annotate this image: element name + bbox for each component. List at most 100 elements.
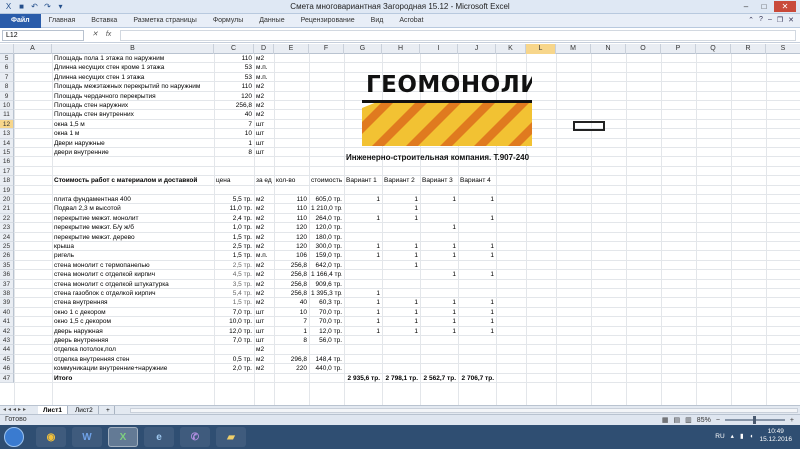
column-header-h[interactable]: H [382, 44, 420, 54]
variant-3-value[interactable] [422, 289, 456, 298]
variant-1-value[interactable] [346, 345, 380, 354]
param-label[interactable]: Площадь стен внутренних [54, 110, 212, 119]
row-header[interactable]: 40 [0, 307, 14, 318]
column-header-m[interactable]: M [556, 44, 591, 54]
variant-3-value[interactable]: 1 [422, 195, 456, 204]
item-price[interactable] [216, 186, 252, 195]
param-label[interactable]: Площадь чердачного перекрытия [54, 92, 212, 101]
param-label[interactable]: двери внутренние [54, 148, 212, 157]
variant-3-value[interactable] [422, 186, 456, 195]
column-header-c[interactable]: C [214, 44, 254, 54]
param-value[interactable] [216, 157, 252, 166]
row-header[interactable]: 23 [0, 223, 14, 233]
tab-review[interactable]: Рецензирование [293, 14, 363, 28]
param-label[interactable]: Площадь пола 1 этажа по наружним [54, 54, 212, 63]
column-header-o[interactable]: O [626, 44, 661, 54]
tab-formulas[interactable]: Формулы [205, 14, 251, 28]
item-unit[interactable]: м2 [256, 280, 272, 289]
variant-3-value[interactable]: 2 562,7 тр. [422, 374, 456, 383]
row-header[interactable]: 45 [0, 354, 14, 365]
tab-insert[interactable]: Вставка [83, 14, 125, 28]
item-qty[interactable]: 106 [276, 251, 307, 260]
item-cost[interactable]: 120,0 тр. [311, 223, 342, 232]
item-name[interactable]: окно 1 с декором [54, 308, 212, 317]
column-header-k[interactable]: K [496, 44, 526, 54]
variant-2-value[interactable] [384, 270, 418, 279]
item-unit[interactable]: м2 [256, 261, 272, 270]
row-header[interactable]: 8 [0, 82, 14, 92]
variant-4-value[interactable] [460, 280, 494, 289]
row-header[interactable]: 37 [0, 279, 14, 289]
row-header[interactable]: 18 [0, 176, 14, 186]
item-cost[interactable]: 642,0 тр. [311, 261, 342, 270]
param-value[interactable]: 8 [216, 148, 252, 157]
item-cost[interactable]: 264,0 тр. [311, 214, 342, 223]
item-name[interactable]: перекрытие межэт. дерево [54, 233, 212, 242]
variant-3-value[interactable] [422, 204, 456, 213]
item-price[interactable]: 2,5 тр. [216, 242, 252, 251]
item-cost[interactable]: 60,3 тр. [311, 298, 342, 307]
row-header[interactable]: 35 [0, 260, 14, 271]
variant-2-value[interactable]: 1 [384, 317, 418, 326]
param-label[interactable] [54, 157, 212, 166]
item-unit[interactable]: шт [256, 327, 272, 336]
column-header-i[interactable]: I [420, 44, 458, 54]
param-unit[interactable]: м.п. [256, 73, 272, 82]
item-price[interactable]: 2,5 тр. [216, 261, 252, 270]
variant-4-value[interactable] [460, 186, 494, 195]
item-qty[interactable]: 256,8 [276, 270, 307, 279]
close-icon[interactable]: ✕ [774, 1, 796, 12]
item-qty[interactable]: 296,8 [276, 355, 307, 364]
tray-arrow-icon[interactable]: ▴ [731, 432, 734, 440]
variant-2-value[interactable]: 1 [384, 327, 418, 336]
item-unit[interactable]: шт [256, 308, 272, 317]
param-unit[interactable]: м2 [256, 54, 272, 63]
row-header[interactable]: 7 [0, 72, 14, 83]
item-unit[interactable]: м2 [256, 204, 272, 213]
row-header[interactable]: 9 [0, 91, 14, 101]
item-qty[interactable]: 7 [276, 317, 307, 326]
item-price[interactable] [216, 345, 252, 354]
item-cost[interactable]: 180,0 тр. [311, 233, 342, 242]
param-unit[interactable]: шт [256, 129, 272, 138]
item-unit[interactable]: м2 [256, 298, 272, 307]
item-qty[interactable]: 120 [276, 242, 307, 251]
variant-2-value[interactable]: 1 [384, 242, 418, 251]
item-price[interactable]: 4,5 тр. [216, 270, 252, 279]
row-header[interactable]: 42 [0, 326, 14, 336]
row-header[interactable]: 20 [0, 195, 14, 205]
param-value[interactable]: 40 [216, 110, 252, 119]
workbook-minimize-icon[interactable]: – [768, 16, 772, 24]
item-price[interactable]: 12,0 тр. [216, 327, 252, 336]
variant-1-value[interactable]: 1 [346, 214, 380, 223]
variant-4-value[interactable] [460, 364, 494, 373]
row-header[interactable]: 10 [0, 101, 14, 111]
param-unit[interactable] [256, 167, 272, 176]
name-box[interactable]: L12 [2, 30, 84, 41]
param-unit[interactable]: м2 [256, 101, 272, 110]
column-header-g[interactable]: G [344, 44, 382, 54]
cancel-icon[interactable]: ✕ [92, 31, 98, 38]
item-unit[interactable]: м2 [256, 223, 272, 232]
variant-4-value[interactable] [460, 233, 494, 242]
variant-3-value[interactable]: 1 [422, 308, 456, 317]
item-unit[interactable]: м2 [256, 242, 272, 251]
variant-4-value[interactable]: 1 [460, 214, 494, 223]
item-cost[interactable]: 1 210,0 тр. [311, 204, 342, 213]
variant-4-value[interactable]: 1 [460, 298, 494, 307]
variant-4-value[interactable] [460, 345, 494, 354]
item-price[interactable]: 1,5 тр. [216, 233, 252, 242]
row-header[interactable]: 14 [0, 138, 14, 148]
item-unit[interactable] [256, 374, 272, 383]
item-cost[interactable]: 605,0 тр. [311, 195, 342, 204]
page-layout-view-icon[interactable]: ▤ [674, 416, 681, 424]
network-icon[interactable]: ▮ [740, 432, 744, 440]
item-qty[interactable]: 110 [276, 204, 307, 213]
item-unit[interactable]: шт [256, 336, 272, 345]
item-price[interactable]: 1,5 тр. [216, 298, 252, 307]
item-qty[interactable] [276, 374, 307, 383]
row-header[interactable]: 36 [0, 270, 14, 280]
variant-1-value[interactable] [346, 336, 380, 345]
row-header[interactable]: 43 [0, 336, 14, 346]
tab-view[interactable]: Вид [363, 14, 392, 28]
